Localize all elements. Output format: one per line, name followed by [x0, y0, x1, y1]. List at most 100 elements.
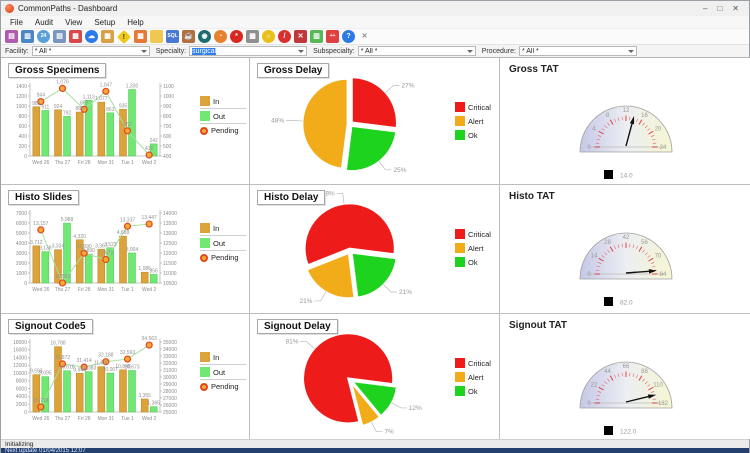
clock-24-icon[interactable]: 24 [37, 30, 50, 43]
svg-text:32000: 32000 [163, 361, 177, 367]
svg-text:200: 200 [19, 144, 28, 150]
svg-text:13000: 13000 [163, 231, 177, 237]
panel-title-histo-slides[interactable]: Histo Slides [8, 190, 79, 205]
svg-text:4000: 4000 [16, 241, 27, 247]
calculator-icon[interactable]: ▦ [246, 30, 259, 43]
window-tiles-icon[interactable]: ▦ [69, 30, 82, 43]
maximize-button[interactable]: □ [717, 4, 722, 13]
clear-icon[interactable]: ✕ [358, 30, 371, 43]
chart-window-icon[interactable]: ▦ [101, 30, 114, 43]
sql-doc-icon[interactable]: SQL [166, 30, 179, 43]
gauge-value-swatch [604, 297, 613, 306]
procedure-combo[interactable]: * All * [519, 46, 637, 56]
columns-icon[interactable]: ▥ [310, 30, 323, 43]
panel-title-gross-delay[interactable]: Gross Delay [257, 63, 329, 78]
bar-out [85, 254, 92, 283]
gauge-tick-label: 88 [641, 369, 648, 375]
legend-item-pending: Pending [200, 380, 246, 393]
legend-item-out: Out [200, 365, 246, 380]
svg-text:0: 0 [24, 154, 27, 160]
notebook-icon[interactable]: ▤ [5, 30, 18, 43]
svg-text:600: 600 [19, 124, 28, 130]
folder-icon[interactable] [150, 30, 163, 43]
svg-text:800: 800 [19, 114, 28, 120]
legend-item-in: In [200, 221, 246, 236]
panel-title-signout-code5[interactable]: Signout Code5 [8, 319, 93, 334]
coffee-icon[interactable]: ☕ [182, 30, 195, 43]
filter-group: Subspecialty:* All * [313, 46, 476, 56]
chart-icon[interactable]: ▥ [21, 30, 34, 43]
svg-text:400: 400 [163, 154, 172, 160]
svg-text:Tue 1: Tue 1 [121, 416, 134, 422]
pie-legend: CriticalAlertOk [455, 356, 499, 398]
svg-text:Wed 26: Wed 26 [32, 287, 49, 293]
data-label: 3,334 [52, 244, 65, 250]
filter-bar: Facility:* All *Specialty:surgicalSubspe… [1, 45, 749, 58]
clipboard-icon[interactable]: ▤ [53, 30, 66, 43]
pie-slice-ok [346, 126, 396, 171]
gear-icon[interactable]: ☼ [262, 30, 275, 43]
data-label: 410 [145, 146, 154, 152]
bar-in [98, 367, 105, 412]
svg-text:2000: 2000 [16, 261, 27, 267]
chevron-down-icon [141, 50, 147, 53]
panel-title-histo-delay[interactable]: Histo Delay [257, 190, 325, 205]
svg-text:500: 500 [163, 144, 172, 150]
data-label: 880 [75, 106, 84, 112]
pending-marker [38, 227, 44, 233]
legend-item-in: In [200, 94, 246, 109]
panel-histo-slides: Histo Slides0100020003000400050006000700… [1, 185, 250, 314]
menu-item-setup[interactable]: Setup [89, 17, 120, 28]
legend-item-in: In [200, 350, 246, 365]
alert-swatch [455, 243, 465, 253]
cloud-icon[interactable]: ☁ [85, 30, 98, 43]
data-label: 1,077 [95, 96, 108, 102]
pie-percent-label: 48% [271, 117, 284, 124]
hazard-icon[interactable]: ! [117, 29, 131, 43]
legend-item-critical: Critical [455, 356, 499, 370]
data-label: 9,095 [39, 371, 52, 377]
panel-gross-delay: Gross Delay27%25%48%CriticalAlertOk [250, 58, 500, 185]
legend-item-out: Out [200, 109, 246, 124]
eye-icon[interactable]: ◉ [198, 30, 211, 43]
close-button[interactable]: ✕ [732, 4, 739, 13]
wrench-icon[interactable]: / [278, 30, 291, 43]
add-add-icon[interactable]: ++ [326, 30, 339, 43]
toolbar: ▤▥24▤▦☁▦!▦SQL☕◉◔*▦☼/✕▥++?✕ [1, 29, 749, 45]
svg-text:1200: 1200 [16, 94, 27, 100]
app-window: CommonPaths - Dashboard –□✕ FileAuditVie… [0, 0, 750, 453]
bar-chart-histo-slides: 0100020003000400050006000700010500110001… [3, 203, 203, 309]
gauge-value-label: 82.0 [620, 300, 633, 307]
gauge-tick-label: 28 [604, 240, 611, 246]
calendar-icon[interactable]: ▦ [134, 30, 147, 43]
subspecialty-combo-label: Subspecialty: [313, 48, 355, 55]
svg-text:Mon 31: Mon 31 [97, 416, 114, 422]
minimize-button[interactable]: – [703, 4, 707, 13]
pending-swatch [200, 383, 208, 391]
menu-item-help[interactable]: Help [122, 17, 148, 28]
bar-out [129, 253, 136, 283]
svg-text:18000: 18000 [13, 340, 27, 346]
menu-item-view[interactable]: View [60, 17, 87, 28]
report-x-icon[interactable]: ✕ [294, 30, 307, 43]
menu-item-audit[interactable]: Audit [30, 17, 58, 28]
panel-histo-tat: Histo TAT014284256708482.0 [500, 185, 750, 314]
bar-chart-signout-code5: 0200040006000800010000120001400016000180… [3, 332, 203, 438]
menu-item-file[interactable]: File [5, 17, 28, 28]
pie-doc-icon[interactable]: ◔ [214, 30, 227, 43]
panel-title-signout-delay[interactable]: Signout Delay [257, 319, 338, 334]
pending-marker [60, 280, 66, 286]
specialty-combo[interactable]: surgical [189, 46, 307, 56]
gauge-tick-label: 70 [655, 254, 662, 260]
gauge-histo-tat: 014284256708482.0 [500, 185, 750, 312]
subspecialty-combo[interactable]: * All * [358, 46, 476, 56]
out-swatch [200, 238, 210, 248]
help-icon[interactable]: ? [342, 30, 355, 43]
burst-icon[interactable]: * [230, 30, 243, 43]
facility-combo[interactable]: * All * [32, 46, 150, 56]
data-label: 3,523 [104, 242, 117, 248]
gauge-tick-label: 20 [655, 127, 662, 133]
data-label: 242 [149, 138, 158, 144]
procedure-combo-label: Procedure: [482, 48, 516, 55]
panel-title-gross-specimens[interactable]: Gross Specimens [8, 63, 106, 78]
